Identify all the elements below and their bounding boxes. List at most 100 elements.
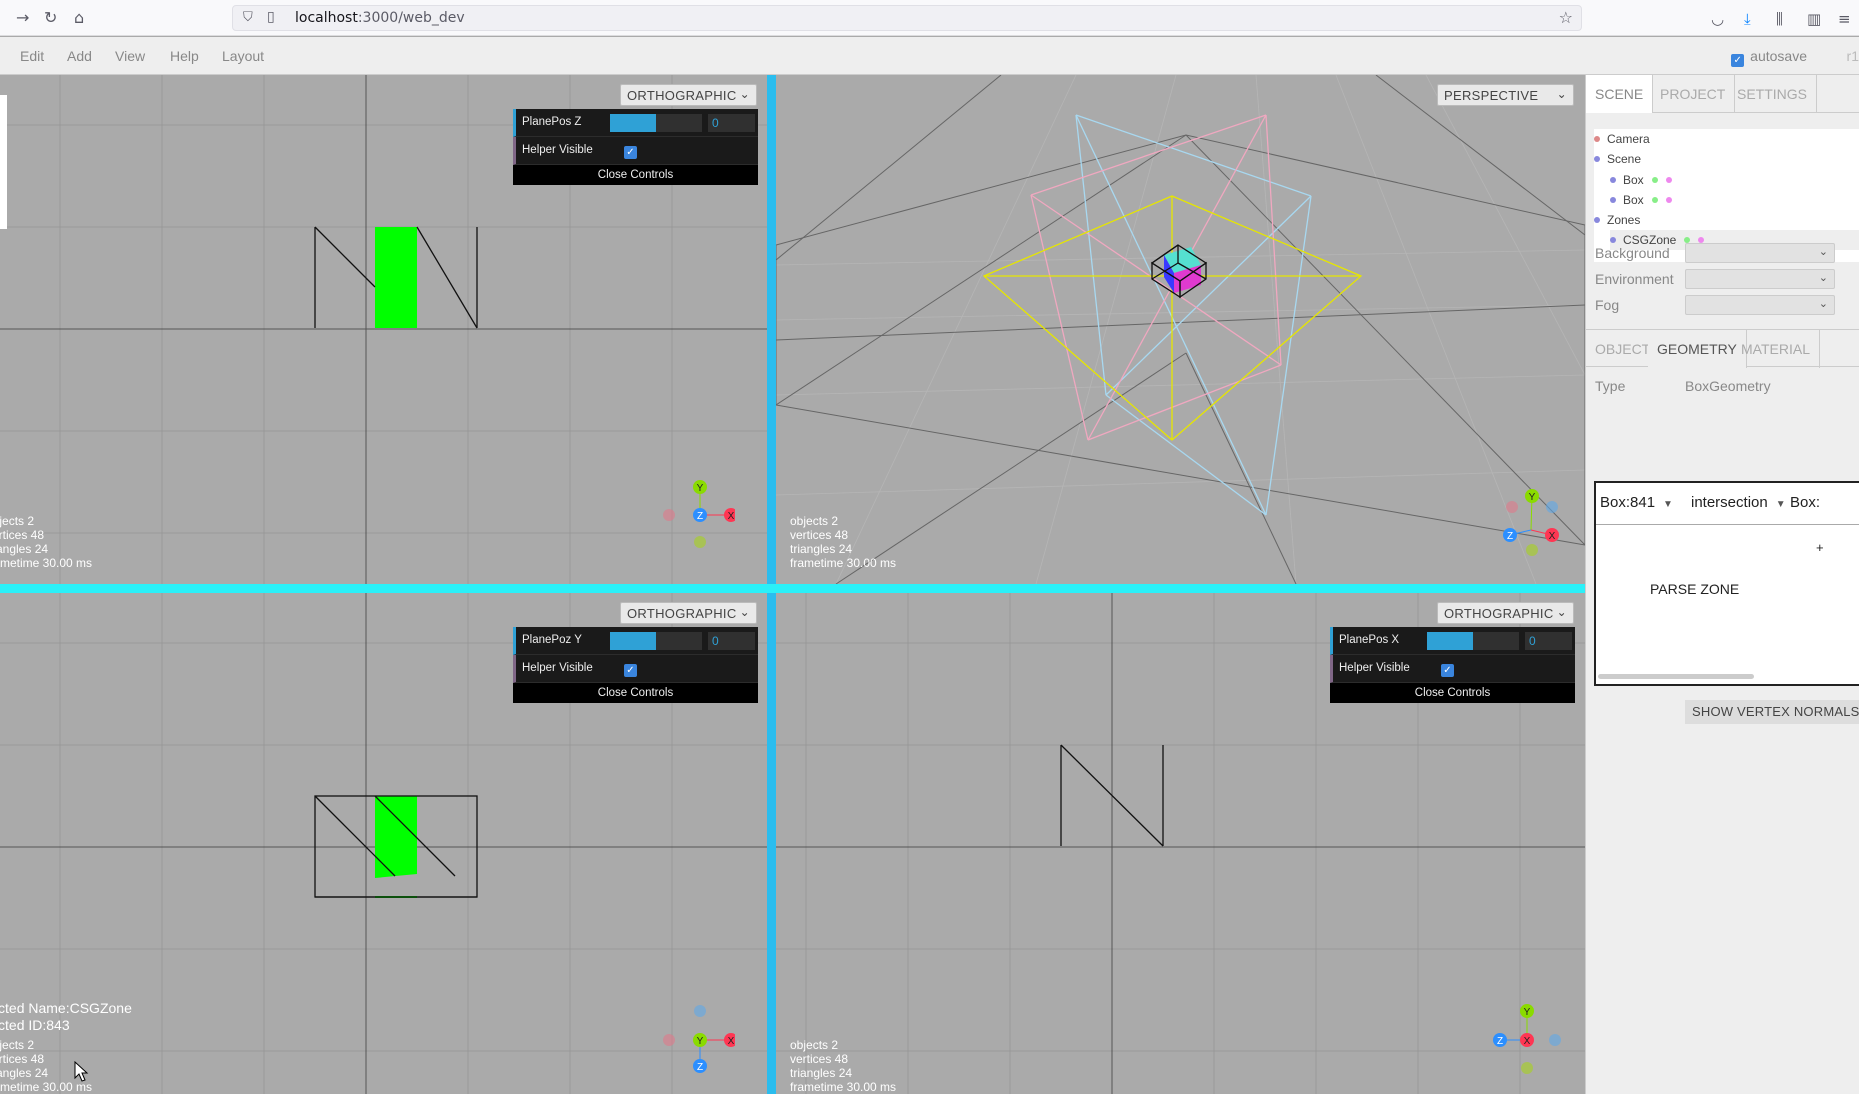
- environment-label: Environment: [1595, 271, 1674, 287]
- viewport-top-right[interactable]: PERSPECTIVE ⌄ Y Z X objects 2 vertices 48…: [776, 75, 1585, 584]
- viewport-top-left[interactable]: ORTHOGRAPHIC ⌄ PlanePos Z 0 Helper Visibl…: [0, 75, 767, 584]
- perspective-grid: [776, 75, 1585, 584]
- outliner-item-scene[interactable]: Scene: [1594, 149, 1641, 169]
- caret-down-icon: ▼: [1775, 499, 1786, 510]
- downloads-icon[interactable]: ⤓: [1744, 10, 1751, 28]
- dat-gui-panel: PlanePos X 0 Helper Visible ✓ Close Cont…: [1330, 627, 1575, 703]
- menu-add[interactable]: Add: [67, 48, 92, 64]
- outliner-item-camera[interactable]: Camera: [1594, 129, 1650, 149]
- chevron-down-icon: ⌄: [1556, 605, 1567, 619]
- menu-layout[interactable]: Layout: [222, 48, 264, 64]
- svg-text:Y: Y: [1529, 492, 1536, 503]
- planepos-slider[interactable]: [610, 632, 702, 650]
- outliner-item-box[interactable]: Box: [1610, 190, 1672, 210]
- axis-gizmo[interactable]: Y Z X: [1486, 475, 1576, 565]
- operation-select[interactable]: intersection ▼: [1691, 494, 1786, 511]
- forward-icon[interactable]: →: [16, 9, 29, 27]
- svg-text:X: X: [728, 1036, 735, 1047]
- menu-edit[interactable]: Edit: [20, 48, 44, 64]
- tab-scene[interactable]: SCENE: [1586, 75, 1654, 113]
- fog-select[interactable]: ⌄: [1685, 295, 1835, 315]
- axis-gizmo[interactable]: Y Z X: [655, 475, 735, 555]
- helper-checkbox[interactable]: ✓: [1441, 664, 1454, 677]
- bookmark-star-icon[interactable]: ☆: [1559, 8, 1573, 27]
- plane-helper-x: [1030, 114, 1282, 441]
- planepos-slider[interactable]: [610, 114, 702, 132]
- csg-result-mesh[interactable]: [375, 227, 417, 328]
- close-controls-button[interactable]: Close Controls: [1330, 683, 1575, 703]
- slider-label: PlanePos Z: [522, 116, 582, 128]
- axis-gizmo[interactable]: Y Z X: [1476, 993, 1566, 1083]
- planepos-input[interactable]: 0: [708, 632, 755, 650]
- add-operand-button[interactable]: +: [1816, 540, 1824, 555]
- selected-id: Selected ID:843: [0, 1017, 70, 1033]
- menubar: Edit Add View Help Layout ✓ autosave r1: [0, 37, 1859, 75]
- autosave-checkbox[interactable]: ✓: [1731, 54, 1745, 67]
- close-controls-button[interactable]: Close Controls: [513, 165, 758, 185]
- svg-text:Z: Z: [1497, 1036, 1503, 1047]
- tab-settings[interactable]: SETTINGS: [1728, 75, 1818, 113]
- planepos-input[interactable]: 0: [708, 114, 755, 132]
- helper-row: Helper Visible ✓: [1330, 655, 1575, 683]
- svg-text:Z: Z: [1507, 531, 1513, 542]
- viewport-bottom-right[interactable]: ORTHOGRAPHIC ⌄ PlanePos X 0 Helper Visibl…: [776, 593, 1585, 1094]
- menu-help[interactable]: Help: [170, 48, 199, 64]
- autosave-toggle[interactable]: ✓ autosave: [1731, 48, 1807, 67]
- reload-icon[interactable]: ↻: [44, 9, 57, 27]
- browser-toolbar: → ↻ ⌂ ⛉ ▯ localhost:3000/web_dev ☆ ◡ ⤓ ⫼…: [0, 0, 1859, 36]
- chevron-down-icon: ⌄: [1818, 271, 1828, 284]
- chevron-down-icon: ⌄: [1818, 245, 1828, 258]
- horizontal-scrollbar[interactable]: [1598, 674, 1754, 679]
- menu-icon[interactable]: ≡: [1838, 10, 1851, 28]
- page-info-icon[interactable]: ▯: [267, 9, 275, 25]
- show-vertex-normals-button[interactable]: SHOW VERTEX NORMALS: [1685, 700, 1859, 724]
- outliner-item-zones[interactable]: Zones: [1594, 210, 1640, 230]
- sidebar-toggle-icon[interactable]: ▥: [1807, 10, 1821, 28]
- url-bar[interactable]: ⛉ ▯ localhost:3000/web_dev ☆: [232, 5, 1582, 31]
- environment-select[interactable]: ⌄: [1685, 269, 1835, 289]
- dat-gui-panel: PlanePoz Y 0 Helper Visible ✓ Close Cont…: [513, 627, 758, 703]
- csg-result-mesh[interactable]: [375, 796, 417, 878]
- helper-checkbox[interactable]: ✓: [624, 146, 637, 159]
- library-icon[interactable]: ⫼: [1776, 10, 1783, 28]
- autosave-label: autosave: [1750, 48, 1807, 64]
- svg-text:X: X: [1549, 531, 1556, 542]
- plane-helper-y: [982, 195, 1363, 441]
- camera-select[interactable]: PERSPECTIVE ⌄: [1437, 84, 1574, 106]
- pocket-icon[interactable]: ◡: [1711, 10, 1724, 28]
- csg-operands-row: Box:841 ▼ intersection ▼ Box:: [1596, 483, 1859, 525]
- close-controls-button[interactable]: Close Controls: [513, 683, 758, 703]
- planepos-row: PlanePos X 0: [1330, 627, 1575, 655]
- camera-select[interactable]: ORTHOGRAPHIC ⌄: [620, 602, 757, 624]
- operand-b-select[interactable]: Box:: [1790, 494, 1820, 511]
- planepos-input[interactable]: 0: [1525, 632, 1572, 650]
- background-select[interactable]: ⌄: [1685, 243, 1835, 263]
- chevron-down-icon: ⌄: [1818, 297, 1828, 310]
- home-icon[interactable]: ⌂: [74, 9, 84, 27]
- outliner-item-box[interactable]: Box: [1610, 170, 1672, 190]
- svg-text:Y: Y: [697, 483, 704, 494]
- helper-label: Helper Visible: [522, 144, 593, 156]
- axis-gizmo[interactable]: Y X Z: [655, 993, 735, 1083]
- sidebar: SCENE PROJECT SETTINGS Camera Scene Box …: [1585, 75, 1859, 1094]
- planepos-slider[interactable]: [1427, 632, 1519, 650]
- operand-a-select[interactable]: Box:841 ▼: [1600, 494, 1673, 511]
- helper-checkbox[interactable]: ✓: [624, 664, 637, 677]
- svg-text:Y: Y: [697, 1036, 704, 1047]
- camera-select[interactable]: ORTHOGRAPHIC ⌄: [620, 84, 757, 106]
- mouse-cursor-icon: [74, 1061, 89, 1082]
- helper-label: Helper Visible: [1339, 662, 1410, 674]
- tab-project[interactable]: PROJECT: [1651, 75, 1736, 113]
- tracking-shield-icon[interactable]: ⛉: [243, 10, 253, 25]
- csg-box-3d[interactable]: [1150, 244, 1208, 299]
- viewport-bottom-left[interactable]: ORTHOGRAPHIC ⌄ PlanePoz Y 0 Helper Visibl…: [0, 593, 767, 1094]
- camera-select[interactable]: ORTHOGRAPHIC ⌄: [1437, 602, 1574, 624]
- render-stats: objects 2 vertices 48 triangles 24 frame…: [790, 514, 897, 570]
- svg-text:X: X: [1524, 1036, 1531, 1047]
- fog-label: Fog: [1595, 297, 1620, 313]
- svg-text:Z: Z: [697, 511, 703, 522]
- tab-material[interactable]: MATERIAL: [1732, 330, 1820, 368]
- menu-view[interactable]: View: [115, 48, 145, 64]
- viewport-splitter-horizontal[interactable]: [0, 584, 1585, 593]
- parse-zone-button[interactable]: PARSE ZONE: [1650, 581, 1739, 597]
